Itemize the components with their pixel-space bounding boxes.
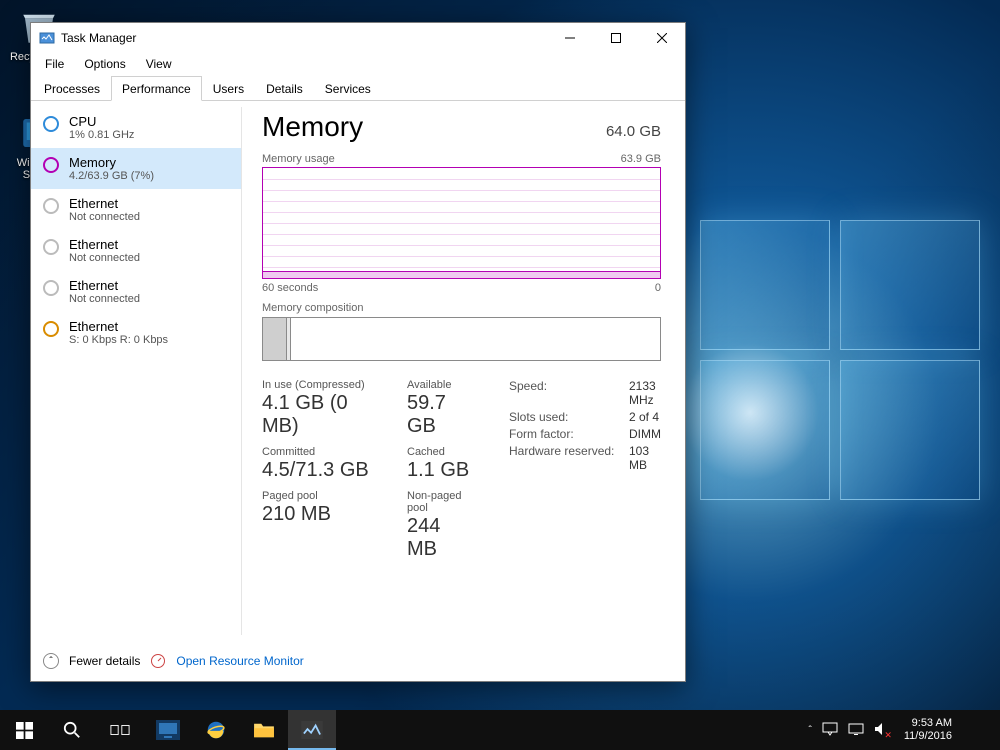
menu-options[interactable]: Options	[74, 55, 135, 73]
composition-modified	[287, 318, 291, 360]
tray-chevron-up-icon[interactable]: ˆ	[809, 725, 812, 736]
sidebar-item-label: Ethernet	[69, 237, 140, 252]
cpu-icon	[43, 116, 59, 132]
kv-hw-reserved: 103 MB	[629, 444, 661, 472]
sidebar-item-label: Ethernet	[69, 278, 140, 293]
taskbar: ˆ ✕ 9:53 AM 11/9/2016	[0, 710, 1000, 750]
stat-label: Paged pool	[262, 490, 373, 502]
sidebar-item-sub: 1% 0.81 GHz	[69, 129, 134, 141]
titlebar[interactable]: Task Manager	[31, 23, 685, 53]
stat-label: Non-paged pool	[407, 490, 475, 514]
app-icon	[39, 30, 55, 46]
tray-network-icon[interactable]	[848, 722, 864, 739]
memory-panel: Memory 64.0 GB Memory usage 63.9 GB 60 s…	[242, 101, 685, 641]
menu-view[interactable]: View	[136, 55, 182, 73]
search-button[interactable]	[48, 710, 96, 750]
tray-action-center-icon[interactable]	[822, 722, 838, 739]
taskbar-app-server-manager[interactable]	[144, 710, 192, 750]
kv-slots: 2 of 4	[629, 410, 661, 424]
sidebar-item-sub: Not connected	[69, 293, 140, 305]
tab-strip: Processes Performance Users Details Serv…	[31, 75, 685, 101]
ethernet-icon	[43, 321, 59, 337]
sidebar-item-ethernet-3[interactable]: EthernetNot connected	[31, 271, 241, 312]
graph-title: Memory usage	[262, 153, 335, 165]
memory-usage-graph[interactable]	[262, 167, 661, 279]
chevron-up-icon[interactable]: ˆ	[43, 653, 59, 669]
memory-capacity: 64.0 GB	[606, 123, 661, 140]
taskbar-app-explorer[interactable]	[240, 710, 288, 750]
graph-x-right: 0	[655, 282, 661, 294]
sidebar-item-label: CPU	[69, 114, 134, 129]
graph-fill	[263, 271, 660, 278]
menu-file[interactable]: File	[35, 55, 74, 73]
stat-label: Committed	[262, 446, 373, 458]
page-title: Memory	[262, 111, 363, 143]
stat-cached: 1.1 GB	[407, 459, 475, 482]
tab-services[interactable]: Services	[314, 76, 382, 101]
stat-label: Available	[407, 379, 475, 391]
sidebar-item-memory[interactable]: Memory4.2/63.9 GB (7%)	[31, 148, 241, 189]
show-desktop-button[interactable]	[960, 710, 1000, 750]
kv-form-factor: DIMM	[629, 427, 661, 441]
stat-label: In use (Compressed)	[262, 379, 373, 391]
clock-date: 11/9/2016	[904, 730, 952, 743]
sidebar-item-sub: Not connected	[69, 252, 140, 264]
kv-label: Form factor:	[509, 427, 629, 441]
sidebar-item-sub: S: 0 Kbps R: 0 Kbps	[69, 334, 168, 346]
sidebar-item-ethernet-4[interactable]: EthernetS: 0 Kbps R: 0 Kbps	[31, 312, 241, 353]
maximize-button[interactable]	[593, 23, 639, 53]
composition-label: Memory composition	[262, 302, 661, 314]
task-view-button[interactable]	[96, 710, 144, 750]
menu-bar: File Options View	[31, 53, 685, 75]
memory-icon	[43, 157, 59, 173]
taskbar-app-ie[interactable]	[192, 710, 240, 750]
open-resource-monitor-link[interactable]: Open Resource Monitor	[176, 654, 303, 668]
ethernet-icon	[43, 198, 59, 214]
stat-in-use: 4.1 GB (0 MB)	[262, 392, 373, 438]
sidebar-item-label: Memory	[69, 155, 154, 170]
tray-volume-icon[interactable]: ✕	[874, 722, 890, 739]
clock-time: 9:53 AM	[904, 717, 952, 730]
taskbar-app-task-manager[interactable]	[288, 710, 336, 750]
performance-sidebar: CPU1% 0.81 GHz Memory4.2/63.9 GB (7%) Et…	[31, 101, 241, 641]
taskbar-clock[interactable]: 9:53 AM 11/9/2016	[896, 717, 960, 742]
close-button[interactable]	[639, 23, 685, 53]
sidebar-item-ethernet-2[interactable]: EthernetNot connected	[31, 230, 241, 271]
sidebar-item-sub: Not connected	[69, 211, 140, 223]
graph-x-left: 60 seconds	[262, 282, 318, 294]
stat-paged-pool: 210 MB	[262, 503, 373, 526]
stat-available: 59.7 GB	[407, 392, 475, 438]
composition-in-use	[263, 318, 287, 360]
tab-users[interactable]: Users	[202, 76, 255, 101]
fewer-details-button[interactable]: Fewer details	[69, 654, 140, 668]
kv-label: Speed:	[509, 379, 629, 407]
start-button[interactable]	[0, 710, 48, 750]
task-manager-window: Task Manager File Options View Processes…	[30, 22, 686, 682]
window-title: Task Manager	[61, 31, 547, 45]
memory-composition-bar[interactable]	[262, 317, 661, 361]
graph-max-label: 63.9 GB	[621, 153, 661, 165]
sidebar-item-label: Ethernet	[69, 319, 168, 334]
sidebar-item-ethernet-1[interactable]: EthernetNot connected	[31, 189, 241, 230]
minimize-button[interactable]	[547, 23, 593, 53]
ethernet-icon	[43, 239, 59, 255]
stat-nonpaged-pool: 244 MB	[407, 515, 475, 561]
kv-speed: 2133 MHz	[629, 379, 661, 407]
system-tray[interactable]: ˆ ✕	[803, 722, 896, 739]
sidebar-item-label: Ethernet	[69, 196, 140, 211]
window-footer: ˆ Fewer details Open Resource Monitor	[31, 641, 685, 681]
stat-label: Cached	[407, 446, 475, 458]
resource-monitor-icon	[150, 653, 166, 669]
sidebar-item-sub: 4.2/63.9 GB (7%)	[69, 170, 154, 182]
stat-committed: 4.5/71.3 GB	[262, 459, 373, 482]
kv-label: Hardware reserved:	[509, 444, 629, 472]
tab-details[interactable]: Details	[255, 76, 314, 101]
tab-processes[interactable]: Processes	[33, 76, 111, 101]
kv-label: Slots used:	[509, 410, 629, 424]
ethernet-icon	[43, 280, 59, 296]
tab-performance[interactable]: Performance	[111, 76, 202, 101]
sidebar-item-cpu[interactable]: CPU1% 0.81 GHz	[31, 107, 241, 148]
